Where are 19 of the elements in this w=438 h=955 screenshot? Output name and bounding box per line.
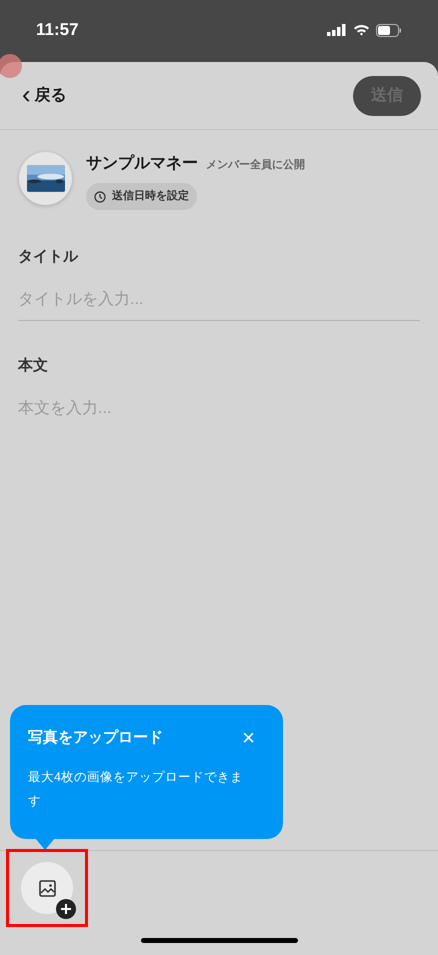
input-field[interactable]: 本文を入力... [18, 389, 420, 429]
input-field[interactable]: タイトルを入力... [18, 280, 420, 320]
plus-badge-icon [56, 899, 76, 919]
signal-icon [327, 24, 347, 36]
image-upload-button[interactable] [21, 862, 73, 914]
tooltip-message: 最大4枚の画像をアップロードできます [28, 769, 243, 810]
back-button[interactable]: ‹戻る [22, 84, 67, 108]
audience-label: メンバー全員に公開 [206, 158, 305, 173]
field-label: タイトル [18, 247, 80, 267]
close-button[interactable]: × [242, 726, 255, 749]
field-label: 本文 [18, 356, 49, 376]
battery-icon [376, 24, 402, 36]
tooltip-title: 写真をアップロード [28, 728, 163, 748]
clock-icon [94, 190, 106, 202]
sender-name: サンプルマネー [86, 153, 198, 174]
wifi-icon [353, 24, 370, 36]
schedule-button[interactable]: 送信日時を設定 [86, 183, 197, 210]
image-icon [38, 880, 56, 896]
status-time: 11:57 [36, 19, 79, 42]
